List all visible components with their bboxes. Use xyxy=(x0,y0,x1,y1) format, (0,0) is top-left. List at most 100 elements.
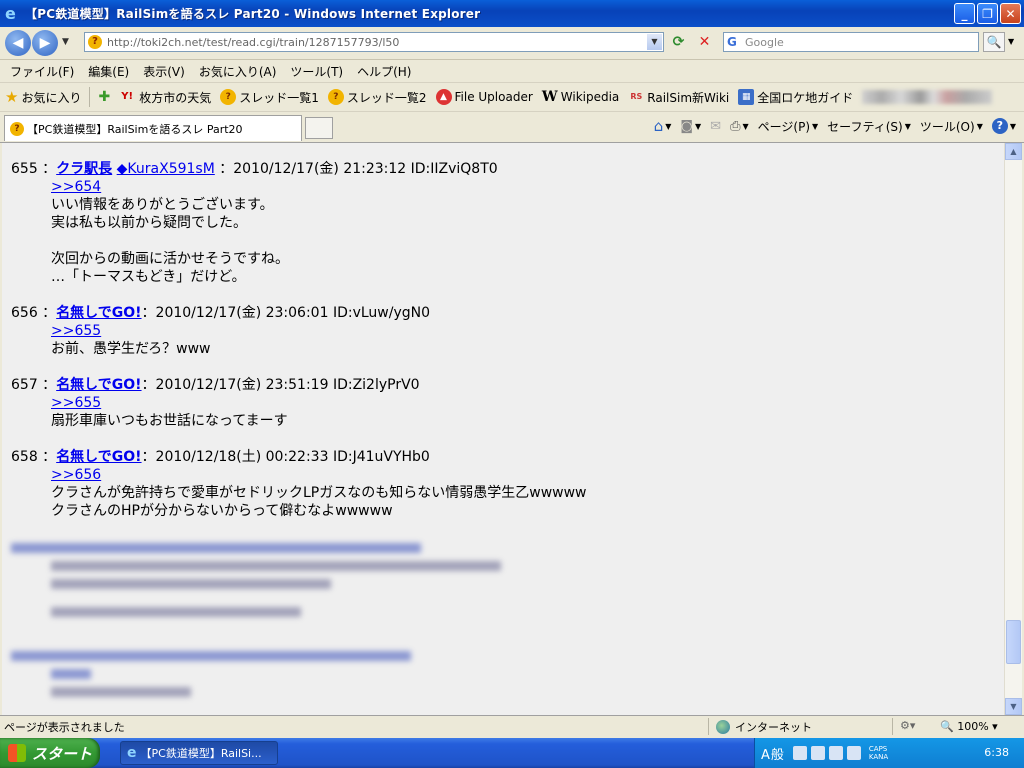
fav-item-location-guide[interactable]: ▦ 全国ロケ地ガイド xyxy=(738,89,853,106)
search-button[interactable]: 🔍 xyxy=(983,32,1005,52)
clock[interactable]: 6:38 xyxy=(984,746,1009,759)
blurred-favorites xyxy=(862,90,993,104)
menu-edit[interactable]: 編集(E) xyxy=(88,63,129,80)
status-divider xyxy=(708,718,709,735)
add-favorite-icon[interactable]: ✚ xyxy=(98,89,110,105)
new-tab-button[interactable] xyxy=(305,117,333,139)
maximize-button[interactable]: ❐ xyxy=(977,3,998,24)
refresh-button[interactable]: ⟳ xyxy=(668,32,689,52)
menu-file[interactable]: ファイル(F) xyxy=(10,63,74,80)
page-content: 655 ：クラ駅長 ◆KuraX591sM ：2010/12/17(金) 21:… xyxy=(2,143,1004,715)
zoom-level[interactable]: 🔍 100% ▾ xyxy=(940,720,998,733)
history-dropdown-icon[interactable]: ▼ xyxy=(62,37,69,47)
forward-button[interactable]: ▶ xyxy=(32,30,58,56)
stop-button[interactable]: ✕ xyxy=(694,32,715,52)
url-text[interactable]: http://toki2ch.net/test/read.cgi/train/1… xyxy=(107,36,399,49)
tray-help-icon[interactable] xyxy=(846,746,861,760)
home-icon[interactable]: ⌂ xyxy=(654,117,664,135)
poster-name-link[interactable]: 名無しでGO! xyxy=(56,305,141,321)
scroll-up-button[interactable]: ▲ xyxy=(1005,143,1022,160)
tab-bar: ? 【PC鉄道模型】RailSimを語るスレ Part20 ⌂ ▼ ◙ ▼ ✉ ⎙ ▼… xyxy=(0,112,1024,143)
post-number: 658 xyxy=(11,449,38,465)
help-menu-button[interactable]: ? ▼ xyxy=(991,118,1016,134)
blurred-post xyxy=(11,651,431,705)
favorites-star-icon[interactable]: ★ xyxy=(5,88,18,106)
print-dropdown-icon[interactable]: ▼ xyxy=(742,122,748,131)
post-line: お前、愚学生だろ？www xyxy=(51,341,211,357)
menu-help[interactable]: ヘルプ(H) xyxy=(357,63,411,80)
taskbar-item-ie[interactable]: e 【PC鉄道模型】RailSi... xyxy=(120,741,278,765)
menu-view[interactable]: 表示(V) xyxy=(143,63,185,80)
menu-favorites[interactable]: お気に入り(A) xyxy=(199,63,277,80)
home-dropdown-icon[interactable]: ▼ xyxy=(665,122,671,131)
tools-menu-button[interactable]: ツール(O) ▼ xyxy=(920,118,983,135)
poster-trip-link[interactable]: ◆KuraX591sM xyxy=(117,161,215,177)
blurred-line xyxy=(51,579,331,589)
menu-tools[interactable]: ツール(T) xyxy=(290,63,343,80)
tray-app-icon[interactable] xyxy=(810,746,825,760)
fav-item-label: RailSim新Wiki xyxy=(647,90,730,105)
tray-app-icon[interactable] xyxy=(792,746,807,760)
favorites-button[interactable]: お気に入り xyxy=(21,89,81,106)
fav-item-thread-list-2[interactable]: ? スレッド一覧2 xyxy=(327,89,427,106)
page-menu-label: ページ(P) xyxy=(757,119,811,134)
post-body: >>655 扇形車庫いつもお世話になってまーす xyxy=(51,394,420,430)
feeds-dropdown-icon[interactable]: ▼ xyxy=(695,122,701,131)
protected-mode-icon[interactable]: ⚙▾ xyxy=(900,719,915,732)
vertical-scrollbar[interactable]: ▲ ▼ xyxy=(1004,143,1022,715)
reply-anchor-link[interactable]: >>654 xyxy=(51,178,498,196)
post-line: 扇形車庫いつもお世話になってまーす xyxy=(51,413,288,429)
system-tray: A般 CAPS KANA 6:38 xyxy=(754,738,1024,768)
post-number: 657 xyxy=(11,377,38,393)
mail-icon[interactable]: ✉ xyxy=(710,119,721,134)
reply-anchor-link[interactable]: >>655 xyxy=(51,394,420,412)
tab-active[interactable]: ? 【PC鉄道模型】RailSimを語るスレ Part20 xyxy=(4,115,302,141)
start-button[interactable]: スタート xyxy=(0,738,100,768)
scroll-down-button[interactable]: ▼ xyxy=(1005,698,1022,715)
title-bar[interactable]: e 【PC鉄道模型】RailSimを語るスレ Part20 - Windows … xyxy=(0,0,1024,27)
safety-menu-button[interactable]: セーフティ(S) ▼ xyxy=(827,118,911,135)
poster-name-link[interactable]: 名無しでGO! xyxy=(56,449,141,465)
tools-menu-label: ツール(O) xyxy=(919,119,975,134)
minimize-button[interactable]: _ xyxy=(954,3,975,24)
reply-anchor-link[interactable]: >>656 xyxy=(51,466,587,484)
poster-name-link[interactable]: クラ駅長 xyxy=(56,161,112,177)
close-button[interactable]: ✕ xyxy=(1000,3,1021,24)
fav-item-file-uploader[interactable]: ▲ File Uploader xyxy=(435,89,533,105)
tab-title: 【PC鉄道模型】RailSimを語るスレ Part20 xyxy=(27,122,243,136)
thread-icon: ? xyxy=(327,89,344,105)
ime-indicator[interactable]: A般 xyxy=(761,744,785,763)
security-zone[interactable]: インターネット xyxy=(716,719,812,735)
post-body: >>656 クラさんが免許持ちで愛車がセドリックLPガスなのも知らない情弱愚学生… xyxy=(51,466,587,520)
reply-anchor-link[interactable]: >>655 xyxy=(51,322,430,340)
fav-item-wikipedia[interactable]: W Wikipedia xyxy=(542,89,619,105)
fav-item-weather[interactable]: Y! 枚方市の天気 xyxy=(118,89,211,106)
status-text: ページが表示されました xyxy=(4,721,125,734)
magnifier-icon: 🔍 xyxy=(940,720,954,733)
chevron-down-icon: ▼ xyxy=(904,121,911,131)
poster-name-link[interactable]: 名無しでGO! xyxy=(56,377,141,393)
post-meta: 2010/12/18(土) 00:22:33 ID:J41uVYHb0 xyxy=(155,449,430,465)
menu-bar: ファイル(F) 編集(E) 表示(V) お気に入り(A) ツール(T) ヘルプ(… xyxy=(0,60,1024,83)
tab-favicon-icon: ? xyxy=(10,121,24,136)
back-button[interactable]: ◀ xyxy=(5,30,31,56)
status-bar: ページが表示されました インターネット ⚙▾ 🔍 100% ▾ xyxy=(0,715,1024,738)
help-icon: ? xyxy=(991,118,1008,134)
favorites-divider xyxy=(89,87,91,107)
favorites-bar: ★ お気に入り ✚ Y! 枚方市の天気 ? スレッド一覧1 ? スレッド一覧2 ▲ Fi… xyxy=(0,83,1024,112)
tray-app-icon[interactable] xyxy=(828,746,843,760)
print-icon[interactable]: ⎙ xyxy=(730,119,740,134)
globe-icon xyxy=(716,720,730,734)
search-input[interactable]: G Google xyxy=(723,32,979,52)
page-menu-button[interactable]: ページ(P) ▼ xyxy=(758,118,819,135)
fav-item-railsim-wiki[interactable]: RS RailSim新Wiki xyxy=(628,89,729,106)
post-657: 657 ：名無しでGO!：2010/12/17(金) 23:51:19 ID:Z… xyxy=(11,376,420,430)
address-input[interactable]: ? http://toki2ch.net/test/read.cgi/train… xyxy=(84,32,664,52)
fav-item-thread-list-1[interactable]: ? スレッド一覧1 xyxy=(220,89,319,106)
post-meta: 2010/12/17(金) 21:23:12 ID:IIZviQ8T0 xyxy=(233,161,498,177)
scroll-thumb[interactable] xyxy=(1006,620,1021,664)
search-options-dropdown-icon[interactable]: ▼ xyxy=(1008,37,1014,46)
feeds-icon[interactable]: ◙ xyxy=(680,119,693,134)
post-line xyxy=(51,232,498,250)
address-dropdown-icon[interactable]: ▼ xyxy=(647,34,662,50)
